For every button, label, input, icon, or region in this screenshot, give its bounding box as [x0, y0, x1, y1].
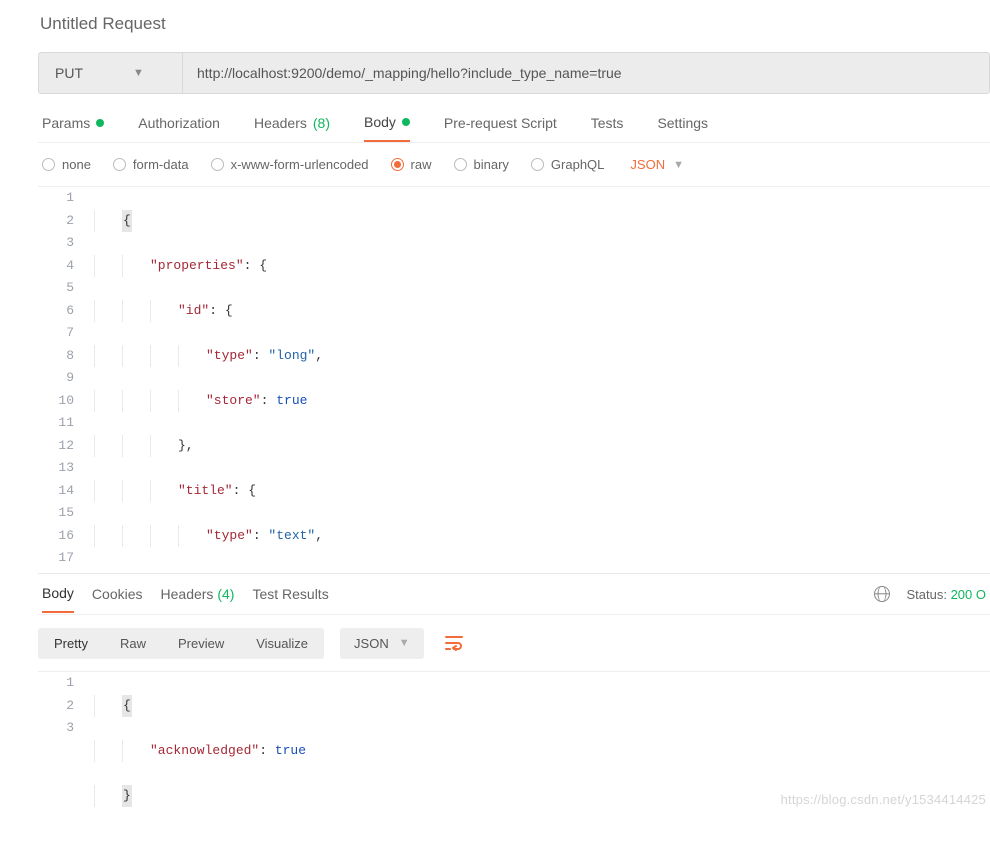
view-preview-button[interactable]: Preview	[162, 628, 240, 659]
request-title: Untitled Request	[38, 0, 990, 52]
request-body-editor[interactable]: 1234567891011121314151617 { "properties"…	[38, 187, 990, 567]
tab-settings[interactable]: Settings	[657, 114, 708, 142]
wrap-icon	[445, 635, 463, 651]
body-opt-urlencoded[interactable]: x-www-form-urlencoded	[211, 157, 369, 172]
body-opt-binary-label: binary	[474, 157, 509, 172]
tab-headers-label: Headers	[254, 115, 307, 131]
body-language-label: JSON	[630, 157, 665, 172]
radio-icon	[531, 158, 544, 171]
response-toolbar: Pretty Raw Preview Visualize JSON ▼	[38, 615, 990, 671]
radio-icon	[42, 158, 55, 171]
tab-prerequest[interactable]: Pre-request Script	[444, 114, 557, 142]
body-language-selector[interactable]: JSON ▼	[630, 157, 684, 172]
tab-tests[interactable]: Tests	[591, 114, 624, 142]
resp-tab-cookies[interactable]: Cookies	[92, 576, 143, 612]
tab-body-label: Body	[364, 114, 396, 130]
view-raw-button[interactable]: Raw	[104, 628, 162, 659]
tab-body[interactable]: Body	[364, 114, 410, 142]
wrap-lines-button[interactable]	[438, 627, 470, 659]
tab-headers-count: (8)	[313, 115, 330, 131]
editor-code[interactable]: { "properties": { "id": { "type": "long"…	[94, 187, 990, 567]
body-opt-binary[interactable]: binary	[454, 157, 509, 172]
radio-icon	[211, 158, 224, 171]
chevron-down-icon: ▼	[399, 637, 410, 649]
radio-icon	[113, 158, 126, 171]
http-method-selector[interactable]: PUT ▼	[39, 53, 183, 93]
url-input[interactable]: http://localhost:9200/demo/_mapping/hell…	[183, 53, 989, 93]
dot-indicator-icon	[96, 119, 104, 127]
tab-params[interactable]: Params	[42, 114, 104, 142]
view-visualize-button[interactable]: Visualize	[240, 628, 324, 659]
status-value: 200 O	[951, 587, 986, 602]
body-opt-raw[interactable]: raw	[391, 157, 432, 172]
globe-icon[interactable]	[874, 586, 890, 602]
resp-tab-headers-label: Headers	[161, 586, 214, 602]
tab-authorization[interactable]: Authorization	[138, 114, 220, 142]
status-meta: Status: 200 O	[906, 587, 986, 602]
body-type-options: none form-data x-www-form-urlencoded raw…	[38, 143, 990, 187]
resp-tab-headers-count: (4)	[217, 586, 234, 602]
body-opt-urlencoded-label: x-www-form-urlencoded	[231, 157, 369, 172]
dot-indicator-icon	[402, 118, 410, 126]
body-opt-raw-label: raw	[411, 157, 432, 172]
body-opt-graphql[interactable]: GraphQL	[531, 157, 604, 172]
view-pretty-button[interactable]: Pretty	[38, 628, 104, 659]
request-tabs: Params Authorization Headers (8) Body Pr…	[38, 94, 990, 143]
resp-tab-headers[interactable]: Headers (4)	[161, 576, 235, 612]
body-opt-none[interactable]: none	[42, 157, 91, 172]
tab-params-label: Params	[42, 115, 90, 131]
body-opt-formdata-label: form-data	[133, 157, 189, 172]
tab-headers[interactable]: Headers (8)	[254, 114, 330, 142]
request-bar: PUT ▼ http://localhost:9200/demo/_mappin…	[38, 52, 990, 94]
response-tabs: Body Cookies Headers (4) Test Results St…	[38, 573, 990, 615]
resp-tab-test-results[interactable]: Test Results	[252, 576, 328, 612]
resp-tab-body[interactable]: Body	[42, 575, 74, 613]
body-opt-formdata[interactable]: form-data	[113, 157, 189, 172]
response-language-label: JSON	[354, 636, 389, 651]
response-view-modes: Pretty Raw Preview Visualize	[38, 628, 324, 659]
response-gutter: 123	[38, 672, 94, 852]
response-code[interactable]: { "acknowledged": true }	[94, 672, 990, 852]
response-language-selector[interactable]: JSON ▼	[340, 628, 424, 659]
chevron-down-icon: ▼	[673, 159, 684, 171]
body-opt-graphql-label: GraphQL	[551, 157, 604, 172]
chevron-down-icon: ▼	[133, 67, 144, 79]
radio-selected-icon	[391, 158, 404, 171]
editor-gutter: 1234567891011121314151617	[38, 187, 94, 567]
http-method-label: PUT	[55, 65, 83, 81]
body-opt-none-label: none	[62, 157, 91, 172]
radio-icon	[454, 158, 467, 171]
status-label: Status:	[906, 587, 946, 602]
response-body-editor[interactable]: 123 { "acknowledged": true }	[38, 671, 990, 852]
